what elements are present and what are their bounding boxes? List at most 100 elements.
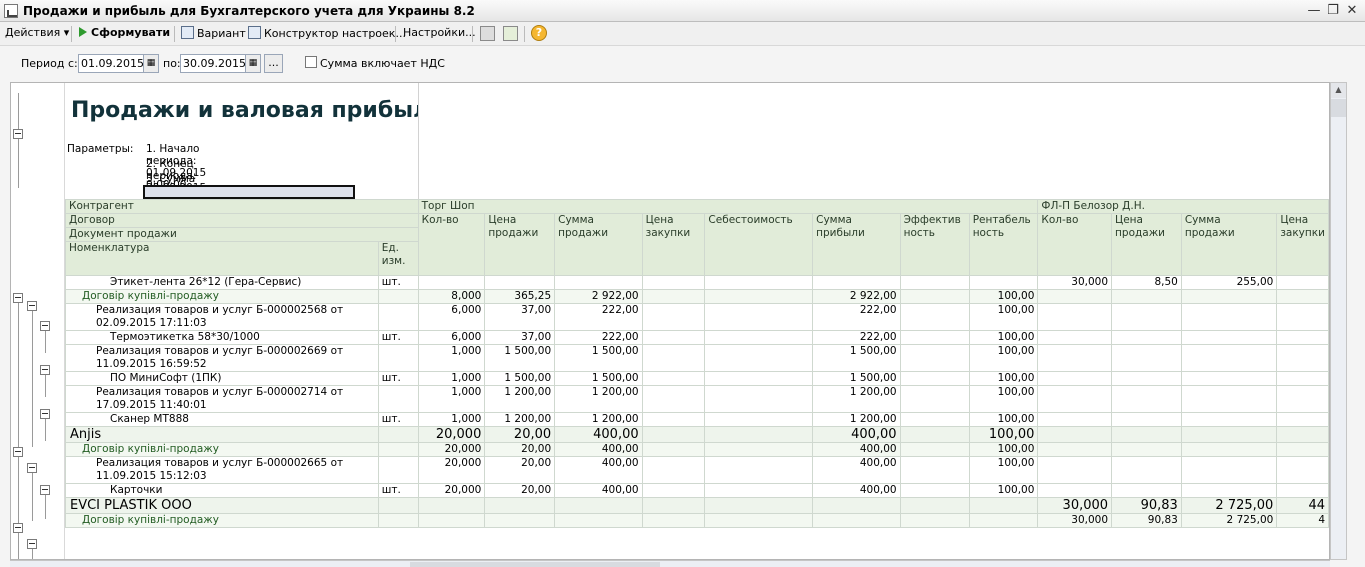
value-cell [554, 513, 643, 528]
header-sale-document: Документ продажи [65, 227, 419, 242]
row-name: Договір купівлі-продажу [65, 513, 379, 528]
document-row[interactable]: Реализация товаров и услуг Б-000002669 о… [65, 344, 1329, 372]
column-header: Цена закупки [641, 213, 706, 276]
collapse-icon[interactable] [40, 485, 50, 495]
value-cell [812, 497, 901, 514]
scroll-thumb[interactable] [1331, 99, 1346, 117]
value-cell [1276, 289, 1329, 304]
value-cell [641, 371, 706, 386]
value-cell: 400,00 [812, 442, 901, 457]
horizontal-scrollbar[interactable] [10, 560, 1330, 567]
counterparty-row[interactable]: EVCI PLASTIK OOO 30,000 90,83 2 725,00 44 [65, 497, 1329, 514]
value-cell [1111, 426, 1182, 443]
value-cell [1111, 412, 1182, 427]
settings-builder-button[interactable]: Конструктор настроек... [248, 26, 406, 42]
document-row[interactable]: Реализация товаров и услуг Б-000002665 о… [65, 456, 1329, 484]
value-cell [1111, 456, 1182, 484]
period-to-input[interactable]: 30.09.2015 [180, 54, 246, 73]
value-cell: 30,000 [1037, 497, 1113, 514]
collapse-icon[interactable] [27, 301, 37, 311]
item-row[interactable]: Этикет-лента 26*12 (Гера-Сервис) шт. 30,00… [65, 275, 1329, 290]
value-cell: 1 200,00 [554, 385, 643, 413]
close-icon[interactable]: ✕ [1343, 2, 1361, 19]
collapse-icon[interactable] [27, 463, 37, 473]
item-row[interactable]: Термоэтикетка 58*30/1000 шт. 6,000 37,00 222… [65, 330, 1329, 345]
builder-icon [248, 26, 261, 39]
counterparty-row[interactable]: Anjis 20,000 20,00 400,00 400,00 100,00 [65, 426, 1329, 443]
collapse-icon[interactable] [40, 365, 50, 375]
contract-row[interactable]: Договір купівлі-продажу 8,000 365,25 2 922,… [65, 289, 1329, 304]
vat-checkbox[interactable] [305, 56, 317, 68]
export-icon[interactable] [503, 26, 518, 41]
selected-cell[interactable] [143, 185, 355, 199]
report-area[interactable]: Продажи и валовая прибыль Параметры: 1. … [10, 82, 1330, 560]
value-cell: 1 200,00 [812, 385, 901, 413]
value-cell [554, 497, 643, 514]
vat-label: Сумма включает НДС [320, 57, 445, 70]
value-cell: 100,00 [968, 371, 1039, 386]
collapse-icon[interactable] [40, 409, 50, 419]
item-row[interactable]: Сканер МТ888 шт. 1,000 1 200,00 1 200,00 1 20… [65, 412, 1329, 427]
settings-button[interactable]: Настройки... [403, 26, 476, 42]
variant-button[interactable]: Вариант [181, 26, 246, 42]
value-cell [899, 289, 970, 304]
collapse-icon[interactable] [27, 539, 37, 549]
period-from-input[interactable]: 01.09.2015 [78, 54, 144, 73]
value-cell [899, 513, 970, 528]
actions-menu[interactable]: Действия ▾ [5, 26, 69, 42]
row-unit [377, 442, 419, 457]
value-cell: 90,83 [1111, 513, 1182, 528]
value-cell [1180, 385, 1278, 413]
value-cell: 20,00 [484, 483, 556, 498]
collapse-icon[interactable] [13, 129, 23, 139]
value-cell: 100,00 [968, 426, 1039, 443]
value-cell: 37,00 [484, 303, 556, 331]
item-row[interactable]: Карточки шт. 20,000 20,00 400,00 400,00 100,00 [65, 483, 1329, 498]
value-cell: 100,00 [968, 303, 1039, 331]
restore-icon[interactable]: ❐ [1324, 2, 1342, 19]
item-row[interactable]: ПО МиниСофт (1ПК) шт. 1,000 1 500,00 1 500,0… [65, 371, 1329, 386]
header-contract: Договор [65, 213, 419, 228]
print-icon[interactable] [480, 26, 495, 41]
generate-label: Сформувати [91, 26, 171, 39]
group-line [32, 549, 33, 559]
value-cell [1276, 344, 1329, 372]
scroll-thumb[interactable] [410, 562, 660, 567]
calendar-icon[interactable]: ▦ [143, 54, 159, 73]
minimize-icon[interactable]: — [1305, 2, 1323, 19]
row-unit: шт. [377, 275, 419, 290]
collapse-icon[interactable] [13, 523, 23, 533]
value-cell [1276, 442, 1329, 457]
value-cell [1276, 330, 1329, 345]
value-cell [641, 344, 706, 372]
value-cell [1111, 344, 1182, 372]
contract-row[interactable]: Договір купівлі-продажу 20,000 20,00 400,00… [65, 442, 1329, 457]
value-cell: 2 725,00 [1180, 497, 1278, 514]
collapse-icon[interactable] [13, 293, 23, 303]
collapse-icon[interactable] [40, 321, 50, 331]
row-unit: шт. [377, 371, 419, 386]
vertical-scrollbar[interactable]: ▲ [1330, 82, 1347, 560]
document-row[interactable]: Реализация товаров и услуг Б-000002714 о… [65, 385, 1329, 413]
value-cell: 2 725,00 [1180, 513, 1278, 528]
collapse-icon[interactable] [13, 447, 23, 457]
document-row[interactable]: Реализация товаров и услуг Б-000002568 о… [65, 303, 1329, 331]
value-cell: 222,00 [554, 330, 643, 345]
group-line [45, 331, 46, 353]
generate-button[interactable]: Сформувати [79, 26, 170, 42]
value-cell [1111, 330, 1182, 345]
period-select-button[interactable]: ... [264, 54, 283, 73]
column-header: Сумма продажи [554, 213, 643, 276]
value-cell: 365,25 [484, 289, 556, 304]
help-icon[interactable]: ? [531, 25, 547, 41]
row-name: Реализация товаров и услуг Б-000002669 о… [65, 344, 379, 372]
value-cell [1180, 371, 1278, 386]
calendar-icon[interactable]: ▦ [245, 54, 261, 73]
row-unit: шт. [377, 330, 419, 345]
scroll-up-icon[interactable]: ▲ [1331, 83, 1346, 98]
value-cell: 100,00 [968, 412, 1039, 427]
report-window-icon [4, 4, 18, 18]
value-cell [1037, 303, 1113, 331]
contract-row[interactable]: Договір купівлі-продажу 30,000 90,83 2 725,… [65, 513, 1329, 528]
value-cell [484, 497, 556, 514]
